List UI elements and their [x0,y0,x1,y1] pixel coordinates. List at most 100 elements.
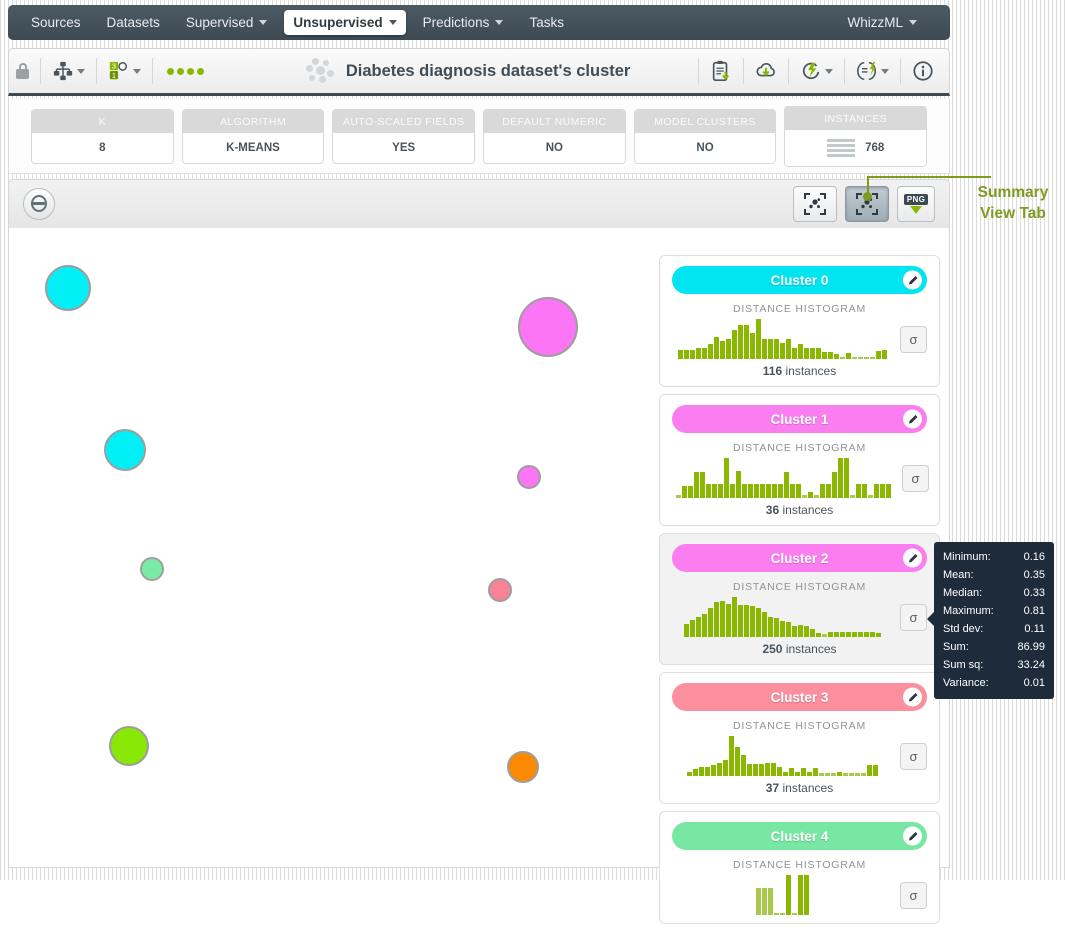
instance-count-suffix: instances [785,642,837,656]
cluster-bubble[interactable] [104,429,146,471]
cluster-bubble[interactable] [517,465,541,489]
script-flash-button[interactable] [849,56,896,86]
toolbar-divider [742,58,744,84]
status-dot [177,67,184,75]
histogram-bar [753,764,758,776]
distance-histogram[interactable] [672,317,893,359]
sigma-toggle-button[interactable]: σ [900,743,927,770]
histogram-bar [696,348,701,359]
cluster-bubble[interactable] [140,557,164,581]
cluster-card-header[interactable]: Cluster 2 [672,544,927,572]
histogram-bar [802,495,807,498]
history-clock-icon[interactable] [23,188,55,220]
histogram-bar [711,765,716,776]
cluster-bubble[interactable] [507,751,539,783]
cluster-view-tab[interactable] [793,186,837,222]
sigma-toggle-button[interactable]: σ [900,604,927,631]
histogram-bar [720,341,725,359]
toolbar-divider [787,58,789,84]
cluster-bubble[interactable] [488,578,512,602]
sigma-toggle-button[interactable]: σ [900,326,927,353]
histogram-bar [825,773,830,776]
histogram-bar [762,612,767,637]
cluster-card-header[interactable]: Cluster 3 [672,683,927,711]
tooltip-key: Std dev: [943,623,984,635]
cluster-card-header[interactable]: Cluster 1 [672,405,927,433]
edit-pencil-icon[interactable] [903,548,922,568]
cluster-card[interactable]: Cluster 4 DISTANCE HISTOGRAM σ [659,811,940,924]
cluster-card[interactable]: Cluster 2 DISTANCE HISTOGRAM σ 250 instance… [659,533,940,665]
histogram-bar [741,755,746,776]
histogram-bar [762,888,767,915]
toolbar-divider [40,58,41,84]
privacy-lock-button[interactable] [9,59,36,83]
histogram-bar [717,763,722,776]
histogram-bar [876,351,881,359]
cluster-card[interactable]: Cluster 0 DISTANCE HISTOGRAM σ 116 instance… [659,255,940,387]
info-button[interactable] [905,56,941,86]
share-resource-button[interactable] [45,56,92,86]
nav-item-sources[interactable]: Sources [22,10,90,35]
distance-histogram[interactable] [672,734,893,776]
edit-pencil-icon[interactable] [903,409,922,429]
sigma-toggle-button[interactable]: σ [902,465,929,492]
sigma-toggle-button[interactable]: σ [900,882,927,909]
cluster-bubble[interactable] [518,297,578,357]
nav-item-label: Sources [31,15,81,30]
tooltip-key: Minimum: [943,551,991,563]
histogram-bar [804,626,809,637]
nav-item-datasets[interactable]: Datasets [98,10,169,35]
tooltip-key: Median: [943,587,983,599]
nav-item-predictions[interactable]: Predictions [414,10,513,35]
histogram-bar [756,319,761,359]
nav-item-supervised[interactable]: Supervised [177,10,277,35]
histogram-bar [768,617,773,637]
batch-prediction-button[interactable] [793,56,840,86]
resource-title-group: Diabetes diagnosis dataset's cluster [246,58,630,84]
nav-item-unsupervised[interactable]: Unsupervised [284,10,406,35]
chevron-down-icon [909,20,917,25]
cluster-card[interactable]: Cluster 1 DISTANCE HISTOGRAM σ 36 instances [659,394,940,526]
tooltip-key: Variance: [943,677,989,689]
distance-histogram[interactable] [672,873,893,915]
cluster-bubble[interactable] [109,726,149,766]
histogram-bar [738,325,743,359]
instance-count-row: 250 instances [672,642,927,656]
visualization-toolbar: PNG [8,179,950,229]
edit-pencil-icon[interactable] [903,270,922,290]
histogram-bar [862,484,867,498]
histogram-bar [864,632,869,637]
cloud-download-icon [756,63,775,77]
histogram-bar [738,605,743,637]
cluster-bubble[interactable] [45,265,91,311]
instance-count-suffix: instances [782,781,834,795]
histogram-bar [696,617,701,637]
histogram-bar [813,768,818,776]
nav-item-whizzml[interactable]: WhizzML [838,10,926,35]
annotation-line-2: View Tab [980,205,1046,222]
histogram-bar [868,495,873,498]
histogram-bar [780,621,785,637]
distance-histogram-label: DISTANCE HISTOGRAM [732,581,867,593]
cluster-card[interactable]: Cluster 3 DISTANCE HISTOGRAM σ 37 instances [659,672,940,804]
instance-count-suffix: instances [782,503,834,517]
clipboard-download-button[interactable] [703,56,739,86]
histogram-bar [774,339,779,359]
nav-item-tasks[interactable]: Tasks [520,10,573,35]
edit-pencil-icon[interactable] [903,826,922,846]
one-click-count-button[interactable]: 3 1 [101,56,148,86]
cloud-download-button[interactable] [748,56,784,86]
batch-prediction-icon [802,62,820,80]
distance-histogram[interactable] [672,456,895,498]
png-download-button[interactable]: PNG [897,186,935,222]
tooltip-arrow [927,612,934,626]
cluster-card-header[interactable]: Cluster 4 [672,822,927,850]
histogram-bar [798,875,803,915]
edit-pencil-icon[interactable] [903,687,922,707]
status-dot [197,67,204,75]
distance-histogram[interactable] [672,595,893,637]
tooltip-value: 0.16 [1023,551,1045,563]
cluster-card-header[interactable]: Cluster 0 [672,266,927,294]
histogram-bar [768,339,773,359]
svg-text:1: 1 [112,71,116,80]
